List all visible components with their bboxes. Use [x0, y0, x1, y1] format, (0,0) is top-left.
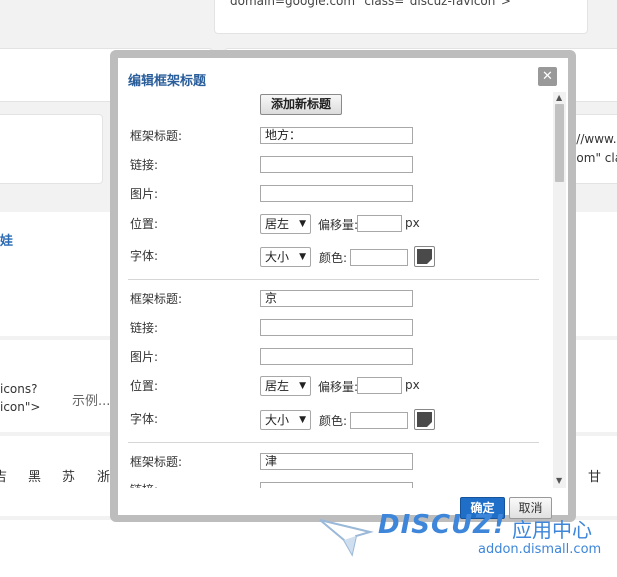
chevron-down-icon: ▼ — [299, 415, 306, 425]
link-input[interactable] — [260, 482, 413, 488]
position-label: 位置: — [130, 217, 159, 231]
frame-title-label: 框架标题: — [130, 129, 183, 143]
position-select-value: 居左 — [265, 217, 290, 231]
group-separator — [128, 279, 539, 280]
color-input[interactable] — [350, 249, 408, 266]
bg-province-4[interactable]: 浙 — [97, 466, 110, 485]
font-label: 字体: — [130, 249, 159, 263]
font-size-select-value: 大小 — [265, 250, 290, 264]
link-label: 链接: — [130, 158, 159, 172]
position-select-value: 居左 — [265, 379, 290, 393]
font-size-select[interactable]: 大小 ▼ — [260, 247, 311, 267]
position-select[interactable]: 居左 ▼ — [260, 214, 311, 234]
bg-province-1[interactable]: 吉 — [0, 466, 7, 485]
offset-input[interactable] — [357, 377, 402, 394]
offset-input[interactable] — [357, 215, 402, 232]
bg-code-snippet-left-2: icon"> — [0, 400, 41, 414]
position-select[interactable]: 居左 ▼ — [260, 376, 311, 396]
frame-title-label: 框架标题: — [130, 455, 183, 469]
link-input[interactable] — [260, 156, 413, 173]
color-label: 颜色: — [319, 414, 348, 428]
link-label: 链接: — [130, 481, 158, 488]
scroll-down-icon[interactable]: ▼ — [556, 476, 562, 485]
px-unit-label: px — [405, 216, 420, 230]
frame-title-input[interactable]: 京 — [260, 290, 413, 307]
frame-title-input[interactable]: 地方： — [260, 127, 413, 144]
color-swatch — [417, 249, 432, 264]
offset-label: 偏移量: — [318, 380, 359, 394]
group-separator — [128, 442, 539, 443]
edit-frame-title-dialog: 编辑框架标题 ✕ 添加新标题 框架标题: 地方： 链接: 图片: 位置: 居左 ▼… — [118, 58, 568, 519]
link-input[interactable] — [260, 319, 413, 336]
position-label: 位置: — [130, 379, 159, 393]
image-input[interactable] — [260, 348, 413, 365]
close-icon[interactable]: ✕ — [538, 67, 557, 86]
scrollbar-thumb[interactable] — [555, 104, 564, 182]
color-picker-button[interactable] — [414, 246, 435, 267]
color-swatch — [417, 412, 432, 427]
image-label: 图片: — [130, 187, 159, 201]
font-size-select-value: 大小 — [265, 413, 290, 427]
color-input[interactable] — [350, 412, 408, 429]
bg-example-label[interactable]: 示例... — [72, 390, 110, 409]
frame-title-label: 框架标题: — [130, 292, 183, 306]
add-new-title-button[interactable]: 添加新标题 — [260, 94, 342, 115]
px-unit-label: px — [405, 378, 420, 392]
bg-province-2[interactable]: 黑 — [28, 466, 41, 485]
image-label: 图片: — [130, 350, 159, 364]
color-label: 颜色: — [319, 251, 348, 265]
bg-section-link[interactable]: 娃 — [0, 230, 13, 249]
bg-province-3[interactable]: 苏 — [62, 466, 75, 485]
bg-province-right[interactable]: 甘 — [588, 466, 601, 485]
dialog-scrollbar[interactable]: ▲ ▼ — [553, 92, 566, 488]
offset-label: 偏移量: — [318, 218, 359, 232]
font-label: 字体: — [130, 412, 159, 426]
font-size-select[interactable]: 大小 ▼ — [260, 410, 311, 430]
color-picker-button[interactable] — [414, 409, 435, 430]
link-label: 链接: — [130, 321, 159, 335]
chevron-down-icon: ▼ — [299, 252, 306, 262]
bg-code-snippet-left-1: icons? — [0, 382, 38, 396]
watermark-url: addon.dismall.com — [478, 542, 602, 557]
bg-card-left-mid — [0, 114, 103, 184]
dialog-scroll-area[interactable]: 添加新标题 框架标题: 地方： 链接: 图片: 位置: 居左 ▼ 偏移量: px … — [118, 92, 550, 488]
chevron-down-icon: ▼ — [299, 219, 306, 229]
watermark-brand: DISCUZ! — [378, 510, 506, 540]
image-input[interactable] — [260, 185, 413, 202]
dialog-title: 编辑框架标题 — [128, 74, 207, 89]
bg-code-snippet-top: domain=google.com" class="discuz-favicon… — [230, 0, 511, 8]
scroll-up-icon[interactable]: ▲ — [556, 93, 562, 102]
frame-title-input[interactable]: 津 — [260, 453, 413, 470]
chevron-down-icon: ▼ — [299, 381, 306, 391]
watermark-cn: 应用中心 — [512, 518, 592, 542]
